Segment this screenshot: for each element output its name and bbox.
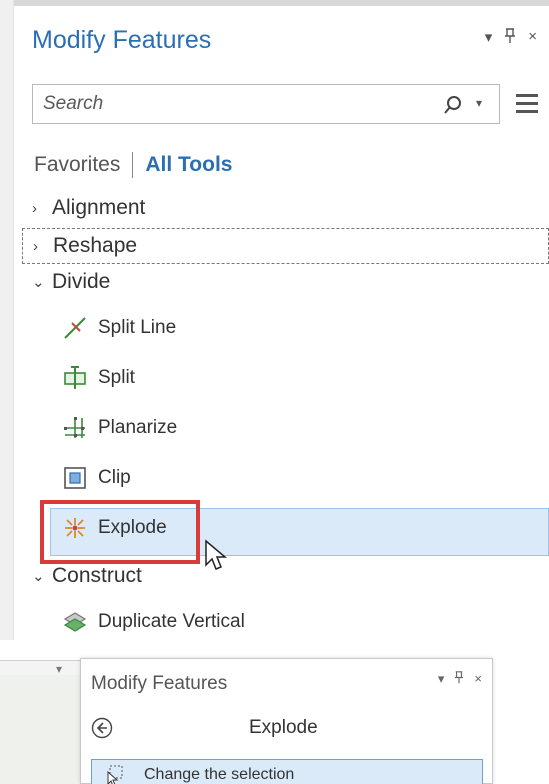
group-label: Alignment [52, 196, 146, 219]
split-line-icon [62, 315, 88, 341]
group-label: Reshape [53, 234, 138, 257]
chevron-right-icon: › [32, 199, 37, 217]
mouse-pointer-icon [205, 539, 228, 570]
subpane-title: Modify Features [91, 673, 228, 694]
split-icon [62, 365, 88, 391]
group-reshape[interactable]: › Reshape [22, 228, 549, 264]
tool-planarize[interactable]: Planarize [62, 408, 177, 448]
tool-label: Planarize [98, 417, 178, 438]
chevron-right-icon: › [33, 237, 38, 255]
tool-split-line[interactable]: Split Line [62, 308, 176, 348]
change-selection-bar[interactable]: Change the selection [91, 759, 483, 784]
filter-tabs: Favorites All Tools [34, 152, 232, 178]
close-icon[interactable]: × [474, 671, 482, 687]
search-input[interactable] [33, 85, 423, 123]
tool-duplicate-vertical[interactable]: Duplicate Vertical [62, 602, 245, 642]
tool-clip[interactable]: Clip [62, 458, 131, 498]
group-alignment[interactable]: › Alignment [32, 196, 145, 220]
pin-icon[interactable] [504, 28, 516, 48]
highlight-box [40, 500, 200, 564]
tab-all-tools[interactable]: All Tools [145, 153, 232, 177]
close-icon[interactable]: × [528, 28, 537, 48]
hamburger-menu-icon[interactable] [516, 94, 538, 114]
group-label: Divide [52, 270, 111, 293]
pane-title: Modify Features [32, 26, 212, 54]
clip-icon [62, 465, 88, 491]
pin-icon[interactable] [454, 671, 464, 687]
subpane-controls: ▾ × [438, 671, 482, 687]
duplicate-vertical-icon [62, 609, 88, 635]
modify-features-pane: Modify Features ▾ × ▾ Favorites All Tool… [22, 6, 549, 646]
tab-divider [132, 152, 134, 178]
tool-label: Split Line [98, 317, 177, 338]
search-icon[interactable] [443, 95, 463, 115]
group-divide[interactable]: ⌄ Divide [32, 270, 110, 294]
group-construct[interactable]: ⌄ Construct [32, 564, 142, 588]
tool-label: Clip [98, 467, 131, 488]
modify-features-subpane: Modify Features ▾ × Explode Change the s… [80, 658, 493, 784]
group-label: Construct [52, 564, 142, 587]
chevron-down-icon[interactable]: ▾ [56, 662, 62, 676]
chevron-down-icon: ⌄ [32, 568, 45, 585]
search-options-chevron-down-icon[interactable]: ▾ [476, 96, 482, 110]
tool-label: Duplicate Vertical [98, 611, 245, 632]
change-selection-label: Change the selection [144, 766, 295, 783]
tool-heading: Explode [249, 717, 318, 738]
tab-favorites[interactable]: Favorites [34, 153, 120, 177]
tool-split[interactable]: Split [62, 358, 135, 398]
selection-icon [102, 764, 126, 784]
search-box: ▾ [32, 84, 500, 124]
planarize-icon [62, 415, 88, 441]
left-panel-edge [0, 0, 14, 640]
tool-label: Split [98, 367, 135, 388]
pane-options-dropdown-icon[interactable]: ▾ [485, 28, 493, 48]
chevron-down-icon: ⌄ [32, 274, 45, 291]
subpane-options-dropdown-icon[interactable]: ▾ [438, 671, 445, 687]
map-view[interactable] [0, 675, 80, 784]
pane-controls: ▾ × [485, 28, 537, 48]
back-arrow-icon[interactable] [91, 717, 113, 739]
